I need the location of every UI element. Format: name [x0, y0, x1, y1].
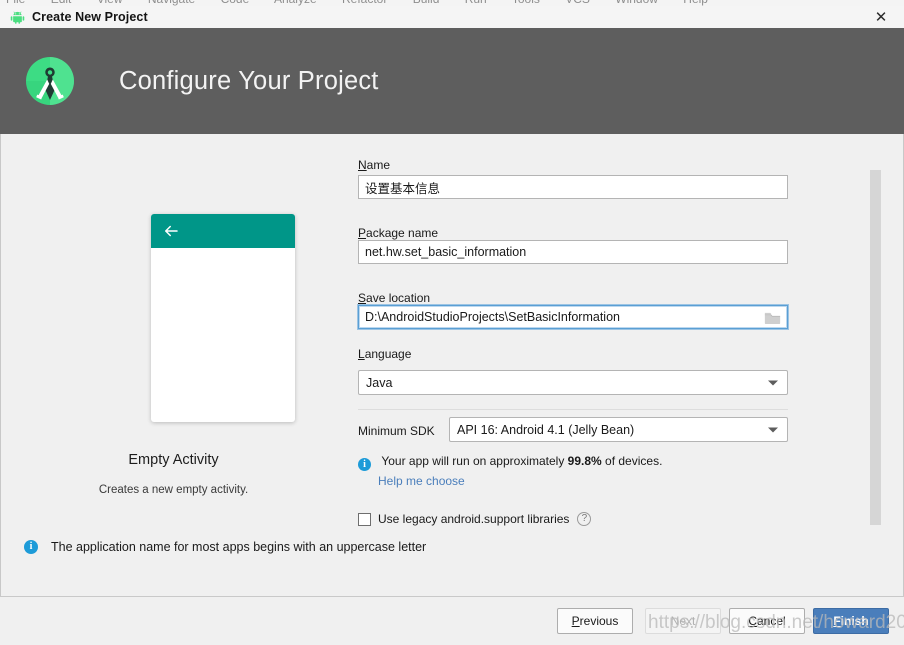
- save-location-label: Save location: [358, 291, 431, 305]
- page-title: Configure Your Project: [119, 66, 379, 95]
- minimum-sdk-label: Minimum SDK: [358, 424, 435, 438]
- help-me-choose-link[interactable]: Help me choose: [378, 474, 465, 488]
- finish-button[interactable]: Finish: [813, 608, 889, 634]
- template-name: Empty Activity: [128, 452, 219, 468]
- android-robot-icon: [9, 10, 25, 24]
- folder-icon[interactable]: [764, 310, 781, 325]
- save-location-input-value: D:\AndroidStudioProjects\SetBasicInforma…: [365, 310, 620, 324]
- preview-appbar: [151, 214, 295, 248]
- minimum-sdk-select-value: API 16: Android 4.1 (Jelly Bean): [457, 422, 635, 437]
- language-label: Language: [358, 347, 412, 361]
- next-button: Next: [645, 608, 721, 634]
- template-preview-panel: Empty Activity Creates a new empty activ…: [1, 134, 346, 534]
- dialog-header: Configure Your Project: [0, 28, 904, 134]
- cancel-button[interactable]: Cancel: [729, 608, 805, 634]
- sdk-note-prefix: Your app will run on approximately: [381, 454, 568, 468]
- legacy-libraries-checkbox-row[interactable]: Use legacy android.support libraries ?: [358, 512, 592, 526]
- language-select[interactable]: Java: [358, 370, 788, 395]
- form-divider: [358, 409, 788, 410]
- sdk-note-percent: 99.8%: [567, 454, 602, 468]
- package-name-input[interactable]: net.hw.set_basic_information: [358, 240, 788, 264]
- dialog-title: Create New Project: [32, 10, 148, 24]
- status-message-bar: i The application name for most apps beg…: [0, 533, 904, 596]
- create-new-project-dialog: File Edit View Navigate Code Analyze Ref…: [0, 0, 904, 645]
- dialog-footer: Previous Next Cancel Finish: [0, 596, 904, 645]
- legacy-libraries-checkbox[interactable]: [358, 512, 371, 526]
- save-location-input[interactable]: D:\AndroidStudioProjects\SetBasicInforma…: [357, 304, 789, 330]
- name-label: Name: [358, 158, 391, 172]
- name-input-value: 设置基本信息: [365, 181, 441, 196]
- android-studio-logo: [24, 55, 76, 107]
- back-arrow-icon: [162, 222, 180, 240]
- template-description: Creates a new empty activity.: [98, 484, 249, 496]
- language-select-value: Java: [366, 375, 393, 390]
- chevron-down-icon: [768, 380, 778, 385]
- project-config-form: Name 设置基本信息 Package name net.hw.set_basi…: [346, 134, 866, 596]
- sdk-note-suffix: of devices.: [601, 454, 663, 468]
- previous-button[interactable]: Previous: [557, 608, 633, 634]
- minimum-sdk-select[interactable]: API 16: Android 4.1 (Jelly Bean): [449, 417, 788, 442]
- status-message-text: The application name for most apps begin…: [51, 540, 427, 554]
- name-input[interactable]: 设置基本信息: [358, 175, 788, 199]
- dialog-content: Empty Activity Creates a new empty activ…: [0, 134, 904, 596]
- legacy-libraries-label: Use legacy android.support libraries: [378, 512, 570, 526]
- sdk-coverage-note: i Your app will run on approximately 99.…: [358, 454, 662, 471]
- scrollbar-thumb[interactable]: [870, 170, 881, 525]
- package-name-input-value: net.hw.set_basic_information: [365, 245, 527, 259]
- info-icon: i: [358, 458, 371, 471]
- template-preview-card: [151, 214, 295, 422]
- question-mark-icon[interactable]: ?: [577, 512, 592, 526]
- info-icon: i: [24, 540, 38, 554]
- dialog-titlebar: Create New Project ✕: [0, 6, 904, 29]
- content-scrollbar[interactable]: [870, 140, 881, 588]
- close-icon[interactable]: ✕: [858, 6, 904, 28]
- chevron-down-icon: [768, 427, 778, 432]
- package-name-label: Package name: [358, 226, 439, 240]
